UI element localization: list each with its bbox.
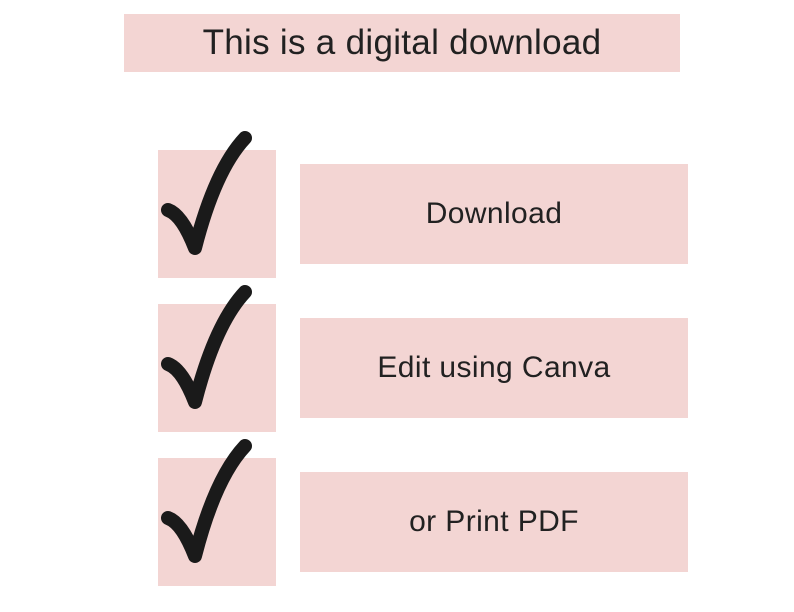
step-label: or Print PDF xyxy=(409,505,579,539)
list-item: Download xyxy=(158,150,688,278)
checkmark-cell xyxy=(158,458,276,586)
steps-list: Download Edit using Canva or Print PDF xyxy=(158,150,688,612)
step-label: Edit using Canva xyxy=(377,351,610,385)
header-title: This is a digital download xyxy=(203,23,602,63)
checkmark-icon xyxy=(140,428,275,593)
header-banner: This is a digital download xyxy=(124,14,680,72)
checkmark-cell xyxy=(158,150,276,278)
checkmark-icon xyxy=(140,274,275,439)
checkmark-cell xyxy=(158,304,276,432)
list-item: or Print PDF xyxy=(158,458,688,586)
step-label: Download xyxy=(426,197,563,231)
step-label-box: Download xyxy=(300,164,688,264)
step-label-box: Edit using Canva xyxy=(300,318,688,418)
checkmark-icon xyxy=(140,120,275,285)
step-label-box: or Print PDF xyxy=(300,472,688,572)
list-item: Edit using Canva xyxy=(158,304,688,432)
